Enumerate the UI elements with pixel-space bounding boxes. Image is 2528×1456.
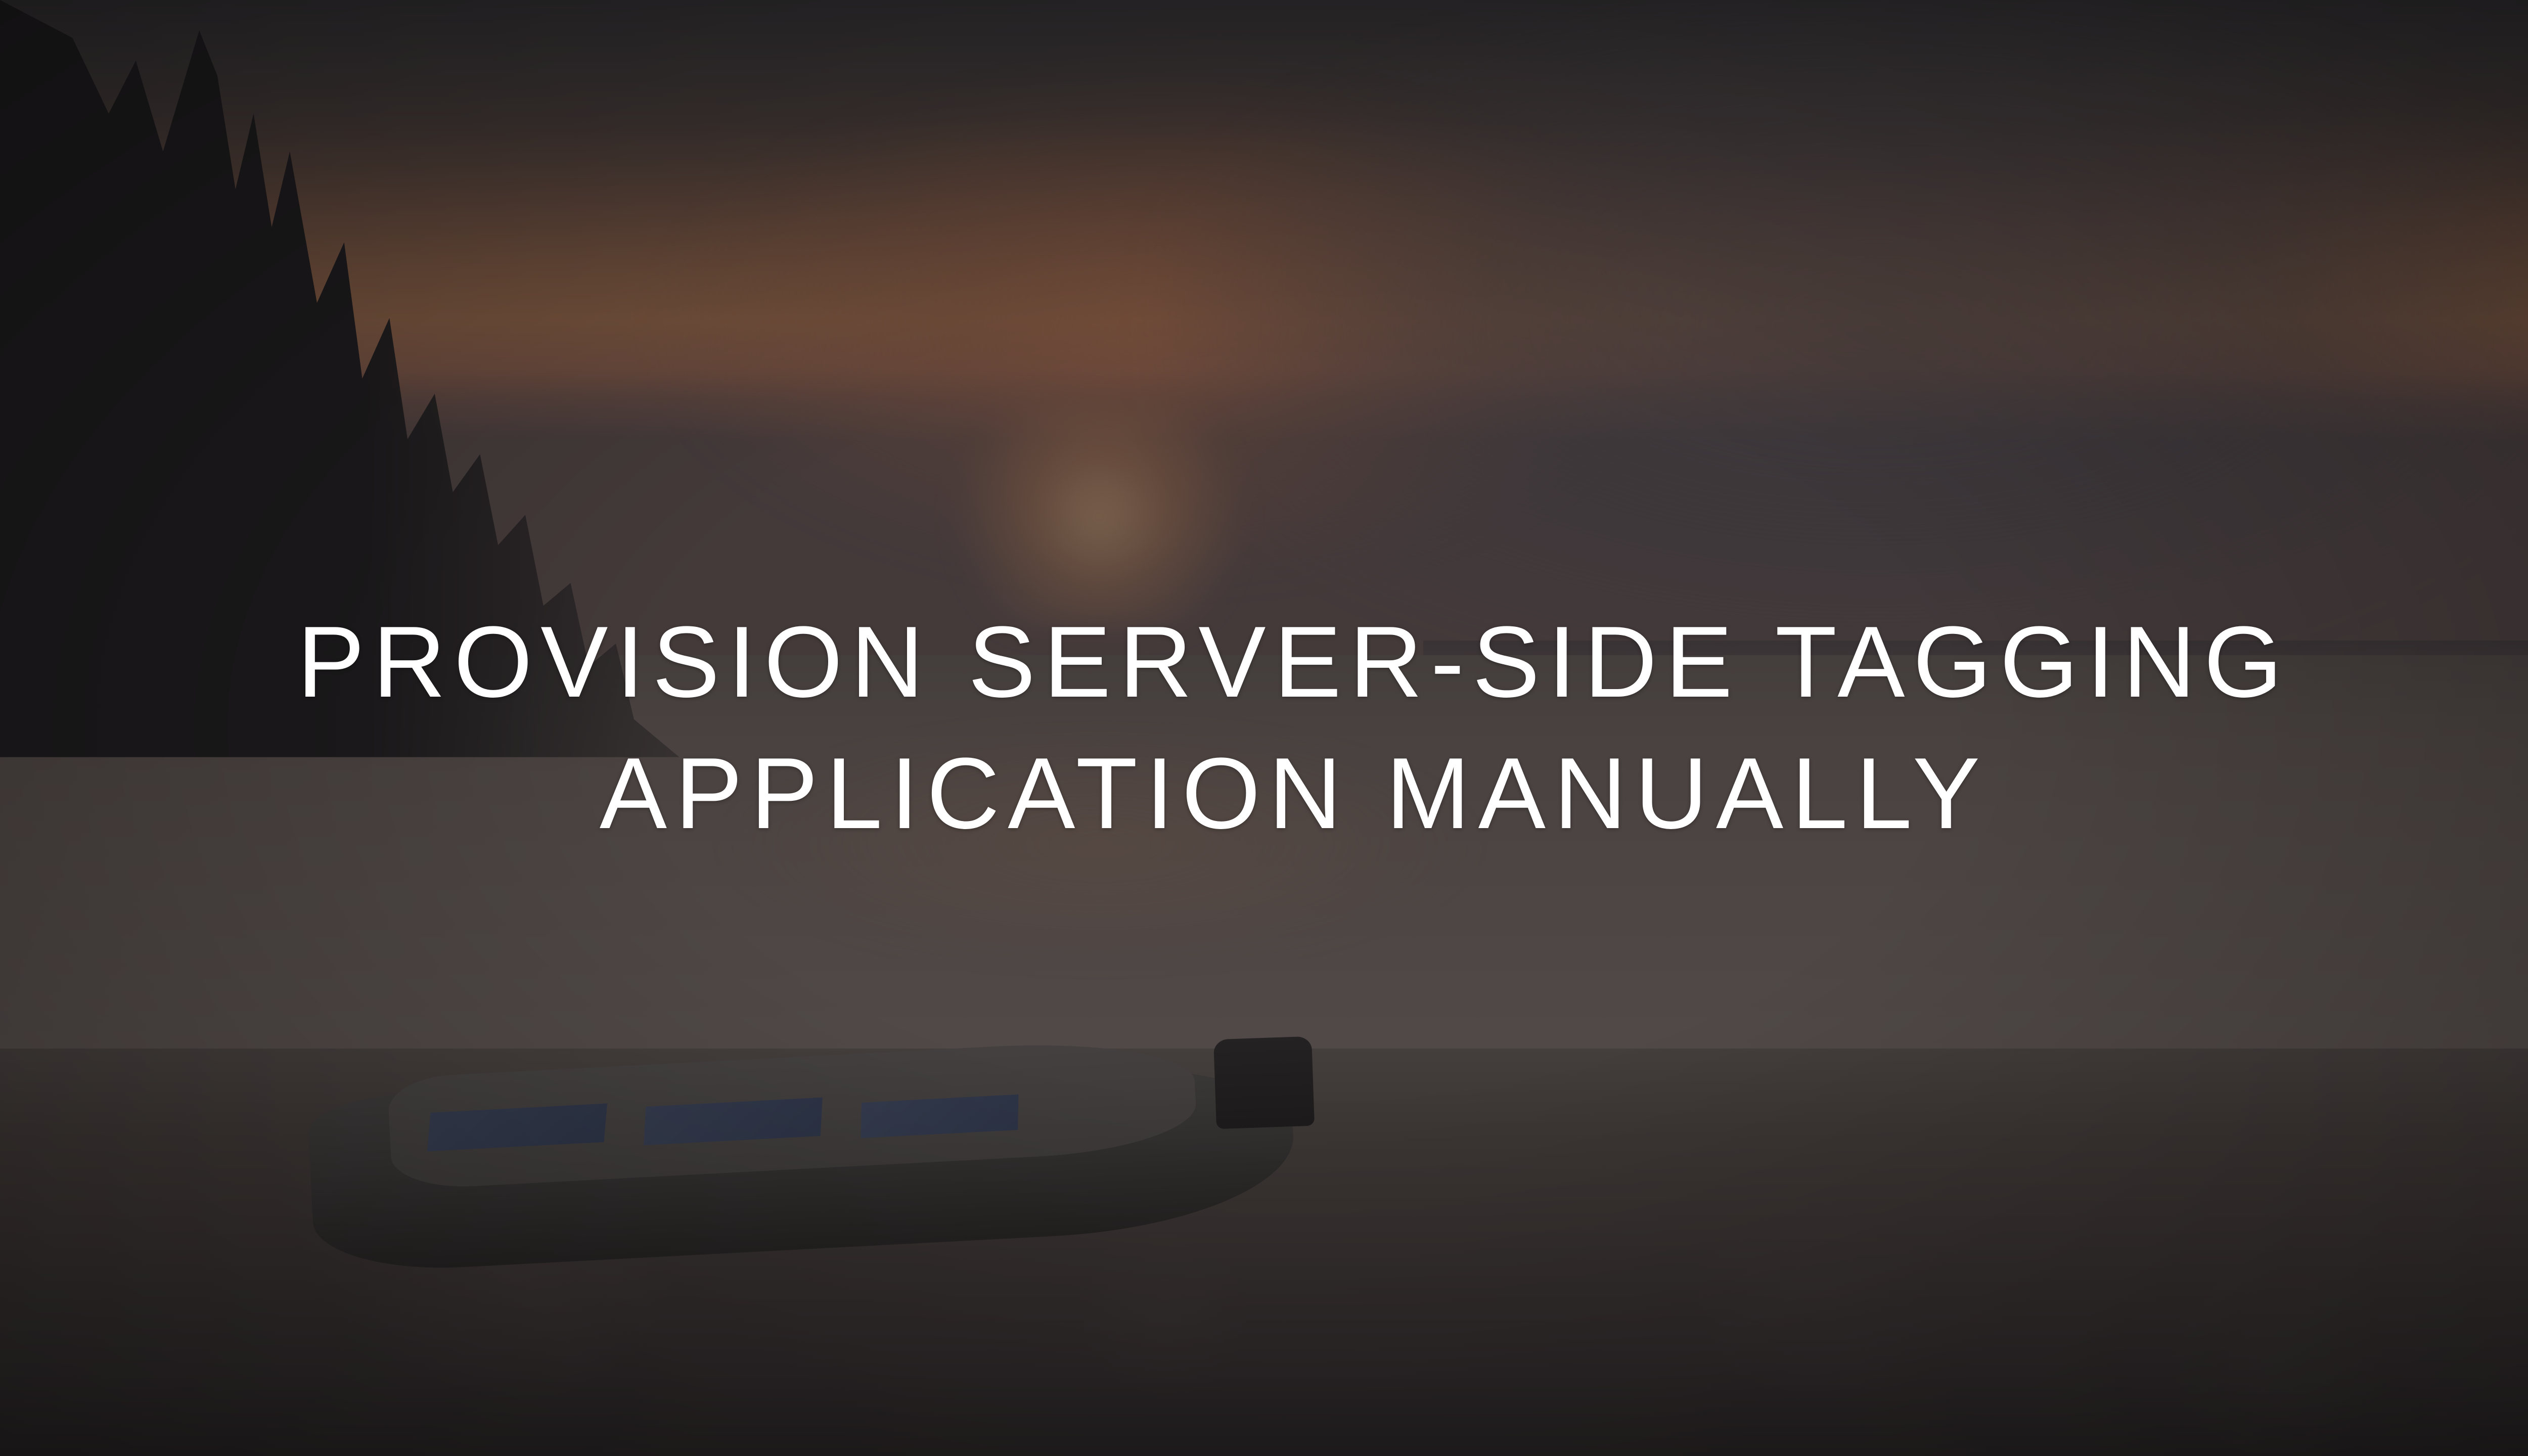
hero-title: PROVISION SERVER-SIDE TAGGING APPLICATIO… [0, 597, 2528, 859]
hero-container: PROVISION SERVER-SIDE TAGGING APPLICATIO… [0, 0, 2528, 1456]
